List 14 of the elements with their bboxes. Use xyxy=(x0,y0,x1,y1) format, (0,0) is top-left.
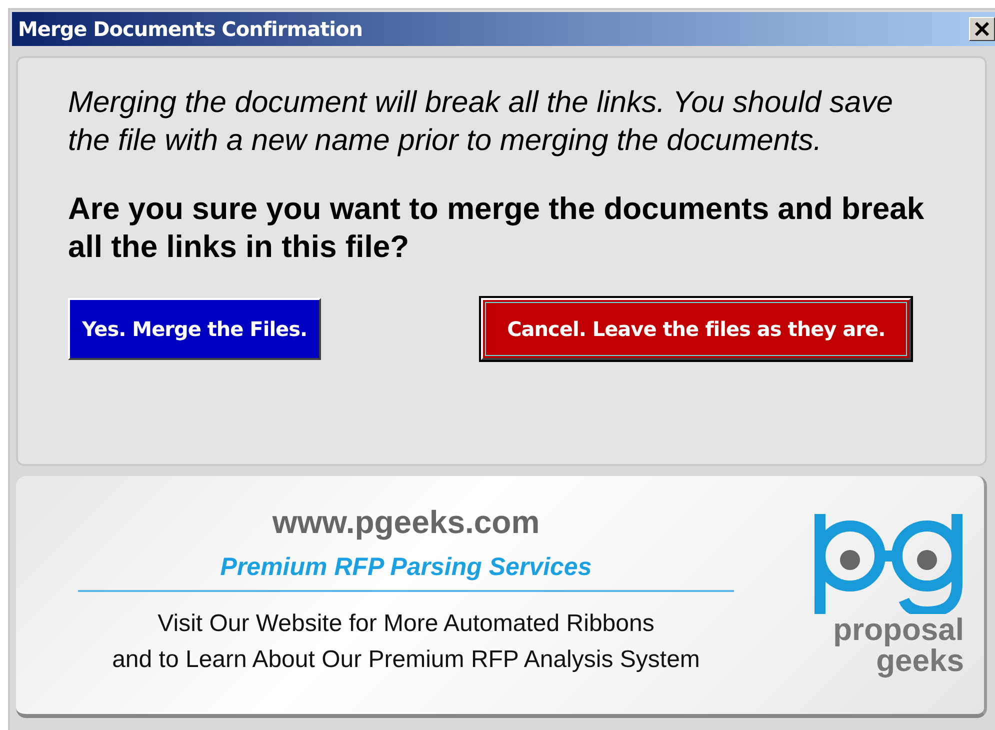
website-url: www.pgeeks.com xyxy=(272,504,540,541)
cancel-button[interactable]: Cancel. Leave the files as they are. xyxy=(481,298,912,360)
description-line: and to Learn About Our Premium RFP Analysis System xyxy=(112,645,700,675)
tagline: Premium RFP Parsing Services xyxy=(220,553,592,582)
logo-word: geeks xyxy=(876,645,964,676)
logo-word: proposal xyxy=(833,614,964,645)
warning-text: Merging the document will break all the links. You should save the file with a new name prior to merging the documents. xyxy=(68,85,894,159)
logo-mark-icon xyxy=(814,514,964,614)
window-title: Merge Documents Confirmation xyxy=(17,17,362,41)
merge-button[interactable]: Yes. Merge the Files. xyxy=(68,298,322,360)
close-button[interactable] xyxy=(969,17,995,41)
close-icon xyxy=(974,21,990,37)
question-text: Are you sure you want to merge the documents and break all the links in this file? xyxy=(68,190,926,266)
description-line: Visit Our Website for More Automated Ribbons xyxy=(158,609,654,639)
